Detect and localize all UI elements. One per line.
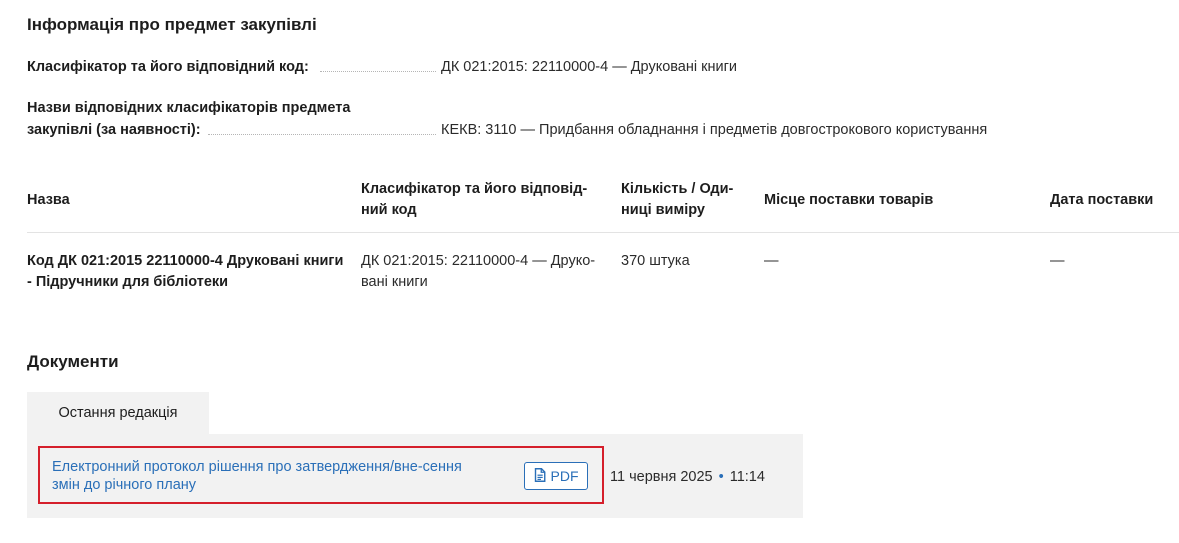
column-header-classifier: Класифікатор та його відповід-ний код (361, 173, 621, 233)
cell-place: — (764, 253, 779, 269)
document-time: 11:14 (729, 469, 765, 485)
pdf-label: PDF (550, 468, 579, 484)
dotted-leader (208, 134, 436, 135)
tab-latest-revision[interactable]: Остання редакція (27, 392, 209, 434)
classifier-value: ДК 021:2015: 22110000-4 — Друковані книг… (441, 59, 737, 75)
items-table-header: Назва Класифікатор та його відповід-ний … (27, 173, 1179, 233)
table-row: Код ДК 021:2015 22110000-4 Друковані кни… (27, 233, 1179, 294)
column-header-name: Назва (27, 173, 361, 233)
related-classifiers-label-line1: Назви відповідних класифікаторів предмет… (27, 100, 351, 116)
cell-date: — (1050, 253, 1065, 269)
classifier-label: Класифікатор та його відповідний код: (27, 59, 309, 75)
column-header-date: Дата поставки (1050, 173, 1179, 233)
related-classifiers-value: КЕКВ: 3110 — Придбання обладнання і пред… (441, 122, 988, 138)
cell-quantity: 370 штука (621, 253, 690, 269)
document-date: 11 червня 2025 (610, 469, 713, 485)
document-icon (534, 467, 546, 485)
pdf-download-button[interactable]: PDF (524, 462, 588, 490)
section-title-procurement-info: Інформація про предмет закупівлі (27, 15, 317, 34)
cell-name: Код ДК 021:2015 22110000-4 Друковані кни… (27, 253, 344, 290)
document-timestamp: 11 червня 2025 • 11:14 (610, 469, 765, 485)
related-classifiers-label-line2: закупівлі (за наявності): (27, 122, 201, 138)
column-header-place: Місце поставки товарів (764, 173, 1050, 233)
bullet-separator: • (718, 469, 724, 485)
section-title-documents: Документи (27, 352, 119, 371)
cell-classifier: ДК 021:2015: 22110000-4 — Друко-вані кни… (361, 253, 596, 290)
document-link[interactable]: Електронний протокол рішення про затверд… (52, 458, 482, 494)
column-header-quantity: Кількість / Оди-ниці виміру (621, 173, 764, 233)
dotted-leader (320, 71, 436, 72)
items-table: Назва Класифікатор та його відповід-ний … (27, 173, 1179, 293)
